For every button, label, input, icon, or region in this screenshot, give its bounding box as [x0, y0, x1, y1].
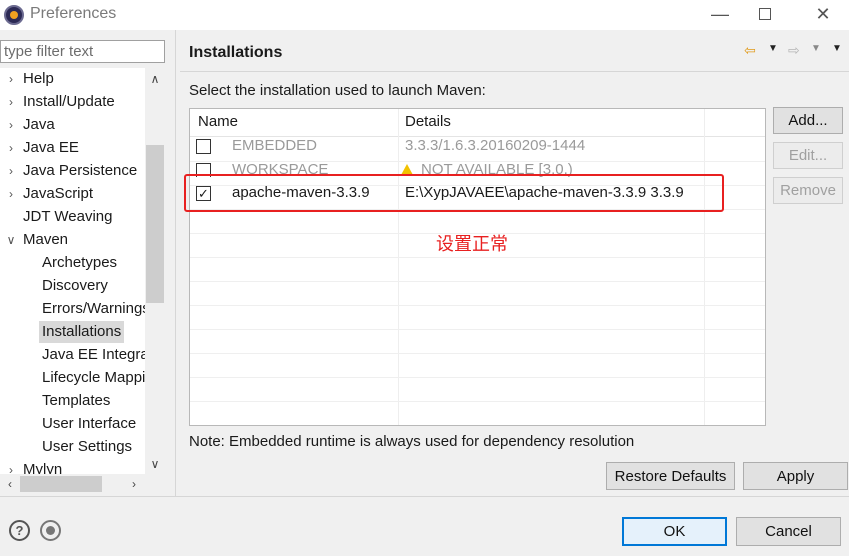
tree-item-label: JDT Weaving: [23, 208, 113, 225]
filter-input[interactable]: [0, 40, 165, 63]
chevron-right-icon[interactable]: ›: [4, 459, 18, 474]
row-divider: [190, 281, 765, 282]
tree-item-label: Java Persistence: [23, 162, 138, 179]
restore-defaults-button[interactable]: Restore Defaults: [606, 462, 735, 490]
eclipse-icon: [4, 5, 24, 25]
chevron-up-icon[interactable]: ∧: [145, 72, 165, 86]
table-row[interactable]: EMBEDDED 3.3.3/1.6.3.20160209-1444: [190, 135, 765, 159]
tree-item-label: Errors/Warnings: [42, 300, 145, 317]
chevron-down-icon[interactable]: ∨: [145, 457, 165, 471]
add-button[interactable]: Add...: [773, 107, 843, 134]
row-name: EMBEDDED: [232, 137, 318, 154]
remove-button[interactable]: Remove: [773, 177, 843, 204]
tree-item-label: JavaScript: [23, 185, 94, 202]
ok-button[interactable]: OK: [622, 517, 727, 546]
row-divider: [190, 353, 765, 354]
help-icon[interactable]: ?: [9, 520, 30, 541]
footer-separator: [0, 496, 849, 497]
row-divider: [190, 329, 765, 330]
tree-item-label: Help: [23, 70, 54, 87]
back-dropdown-icon[interactable]: ▼: [768, 43, 778, 54]
instruction-text: Select the installation used to launch M…: [189, 82, 486, 99]
tree-item-label: Templates: [42, 392, 111, 409]
tree-item-label: User Interface: [42, 415, 137, 432]
apply-button[interactable]: Apply: [743, 462, 848, 490]
header-separator: [180, 71, 849, 72]
chevron-right-icon[interactable]: ›: [4, 183, 18, 205]
window-title: Preferences: [30, 5, 117, 22]
chevron-down-icon[interactable]: ∨: [4, 229, 18, 251]
back-arrow-icon[interactable]: ⇦: [744, 42, 756, 59]
forward-arrow-icon[interactable]: ⇨: [788, 42, 800, 59]
row-divider: [190, 377, 765, 378]
tree-item-label: Java EE Integration: [42, 346, 145, 363]
tree-item-label: User Settings: [42, 438, 133, 455]
tree-item-label: Lifecycle Mappings: [42, 369, 145, 386]
installations-table: Name Details EMBEDDED 3.3.3/1.6.3.201602…: [189, 108, 766, 426]
minimize-button[interactable]: —: [697, 0, 743, 30]
row-details: 3.3.3/1.6.3.20160209-1444: [405, 137, 586, 154]
chevron-right-icon[interactable]: ›: [4, 68, 18, 90]
chevron-right-icon[interactable]: ›: [4, 114, 18, 136]
page-title: Installations: [189, 44, 283, 61]
row-checkbox[interactable]: [196, 139, 211, 154]
page-navigation: ⇦ ▼ ⇨ ▼ ▼: [744, 42, 844, 62]
maximize-button[interactable]: [742, 0, 788, 30]
column-header-details[interactable]: Details: [405, 113, 451, 130]
row-divider: [190, 401, 765, 402]
note-text: Note: Embedded runtime is always used fo…: [189, 433, 635, 450]
record-icon[interactable]: [40, 520, 61, 541]
tree-item-label: Java EE: [23, 139, 79, 156]
chevron-right-icon[interactable]: ›: [124, 477, 144, 491]
tree-item-label: Mylyn: [23, 461, 63, 474]
row-divider: [190, 257, 765, 258]
chevron-right-icon[interactable]: ›: [4, 160, 18, 182]
tree-item-label: Installations: [39, 321, 125, 343]
row-divider: [190, 305, 765, 306]
chevron-left-icon[interactable]: ‹: [0, 477, 20, 491]
annotation-text: 设置正常: [436, 234, 508, 255]
edit-button[interactable]: Edit...: [773, 142, 843, 169]
chevron-right-icon[interactable]: ›: [4, 91, 18, 113]
panel-divider[interactable]: [175, 30, 176, 496]
cancel-button[interactable]: Cancel: [736, 517, 841, 546]
tree-item-label: Archetypes: [42, 254, 118, 271]
tree-item-label: Install/Update: [23, 93, 115, 110]
tree-scroll-thumb[interactable]: [146, 145, 164, 303]
close-button[interactable]: ✕: [800, 0, 846, 30]
maximize-icon: [759, 8, 771, 20]
tree-hscroll-thumb[interactable]: [20, 476, 102, 492]
forward-dropdown-icon[interactable]: ▼: [811, 43, 821, 54]
column-header-name[interactable]: Name: [198, 113, 238, 130]
tree-item-label: Java: [23, 116, 55, 133]
preferences-tree: › Help › Install/Update › Java › Java EE…: [0, 68, 145, 474]
tree-item-label: Discovery: [42, 277, 108, 294]
highlight-annotation-box: [184, 174, 724, 212]
chevron-right-icon[interactable]: ›: [4, 137, 18, 159]
view-menu-icon[interactable]: ▼: [832, 43, 842, 54]
tree-item-label: Maven: [23, 231, 69, 248]
